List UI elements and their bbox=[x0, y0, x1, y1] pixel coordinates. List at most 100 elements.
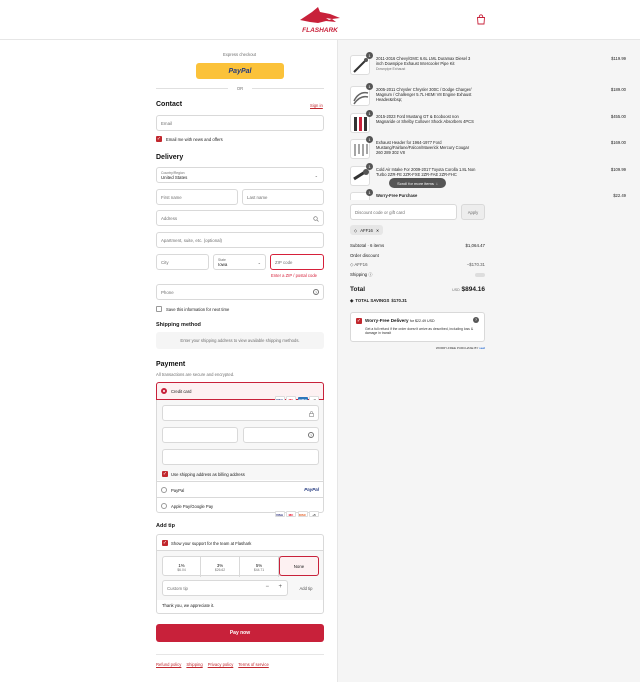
subtotal-label: Subtotal · 6 items bbox=[350, 243, 385, 248]
state-select[interactable]: State Iowa ⌄ bbox=[213, 254, 266, 270]
tip-support-checkbox[interactable]: ✓ bbox=[162, 540, 168, 546]
scroll-more-label: Scroll for more items bbox=[397, 180, 434, 186]
paypal-radio[interactable] bbox=[161, 487, 167, 493]
cart-item: 1 Worry-Free Purchase $22.49 bbox=[350, 189, 630, 200]
tip-option-1[interactable]: 1% $6.04 bbox=[163, 557, 201, 577]
tip-pct: None bbox=[293, 563, 305, 569]
site-header: FLASHARK bbox=[0, 0, 640, 40]
add-tip-button[interactable]: Add tip bbox=[293, 580, 319, 596]
tip-option-3[interactable]: 3% $26.62 bbox=[201, 557, 240, 577]
applepay-radio[interactable] bbox=[161, 503, 167, 509]
shipping-link[interactable]: Shipping bbox=[186, 662, 202, 667]
discount-code-text: AFF16 bbox=[354, 262, 368, 267]
paypal-option[interactable]: PayPal PayPal bbox=[157, 481, 323, 497]
terms-link[interactable]: Terms of service bbox=[238, 662, 268, 667]
chevron-down-icon: ⌄ bbox=[314, 173, 318, 178]
shipping-label: Shipping bbox=[350, 272, 368, 277]
zip-field[interactable]: ZIP code bbox=[270, 254, 324, 270]
name-on-card-field[interactable] bbox=[162, 449, 319, 465]
email-field[interactable]: Email bbox=[156, 115, 324, 131]
cart-item: 1 2005-2011 Chrysler Chrysler 300C / Dod… bbox=[350, 83, 630, 110]
payment-subtitle: All transactions are secure and encrypte… bbox=[156, 372, 235, 377]
city-field[interactable]: City bbox=[156, 254, 209, 270]
worry-free-checkbox[interactable]: ✓ bbox=[356, 318, 362, 324]
credit-card-label: Credit card bbox=[171, 389, 192, 394]
refund-policy-link[interactable]: Refund policy bbox=[156, 662, 181, 667]
address-placeholder: Address bbox=[161, 215, 178, 221]
savings-value: $170.31 bbox=[391, 298, 407, 303]
worry-free-price: for $22.49 USD bbox=[409, 319, 435, 323]
expiry-field[interactable] bbox=[162, 427, 238, 443]
subtotal-value: $1,064.47 bbox=[465, 243, 485, 248]
decrement-button[interactable]: − bbox=[265, 584, 269, 590]
scroll-more-pill[interactable]: Scroll for more items ↓ bbox=[389, 178, 446, 188]
worry-free-box: ✓ Worry-Free Delivery for $22.49 USD ? G… bbox=[350, 312, 485, 342]
subtotal-row: Subtotal · 6 items $1,064.47 bbox=[350, 243, 485, 248]
checkout-form: Express checkout PayPal OR Contact Sign … bbox=[0, 40, 337, 682]
help-icon[interactable]: ? bbox=[308, 432, 314, 438]
zip-placeholder: ZIP code bbox=[275, 259, 293, 265]
apartment-field[interactable]: Apartment, suite, etc. (optional) bbox=[156, 232, 324, 248]
close-icon[interactable]: ✕ bbox=[376, 228, 380, 233]
tip-support-label: Show your support for the team at Flasha… bbox=[171, 541, 252, 546]
paypal-express-label: PayPal bbox=[228, 67, 252, 75]
item-name: 2005-2011 Chrysler Chrysler 300C / Dodge… bbox=[376, 87, 472, 103]
worry-free-title: Worry-Free Delivery bbox=[365, 318, 409, 323]
privacy-policy-link[interactable]: Privacy policy bbox=[208, 662, 234, 667]
help-icon[interactable]: ? bbox=[313, 289, 319, 295]
help-icon[interactable]: ⓘ bbox=[368, 272, 372, 277]
country-select[interactable]: Country/Region United States ⌄ bbox=[156, 167, 324, 183]
mastercard-icon: MC bbox=[286, 511, 296, 517]
tip-option-5[interactable]: 5% $44.71 bbox=[240, 557, 279, 577]
apply-button[interactable]: Apply bbox=[461, 204, 485, 220]
pay-now-button[interactable]: Pay now bbox=[156, 624, 324, 642]
increment-button[interactable]: + bbox=[278, 584, 282, 590]
savings-label: TOTAL SAVINGS bbox=[355, 298, 390, 303]
order-summary: 1 2011-2016 Chevy/GMC 6.6L LML Duramax D… bbox=[337, 40, 640, 682]
credit-card-option[interactable]: Credit card VISAMCAMEX+3 bbox=[156, 382, 324, 403]
paypal-express-button[interactable]: PayPal bbox=[196, 63, 284, 79]
item-price: $109.99 bbox=[610, 167, 626, 172]
news-checkbox[interactable]: ✓ bbox=[156, 136, 162, 142]
discount-code-row: ◇ AFF16 −$170.31 bbox=[350, 262, 485, 268]
flashark-logo[interactable]: FLASHARK bbox=[296, 6, 344, 34]
discount-field[interactable]: Discount code or gift card bbox=[350, 204, 457, 220]
save-info-checkbox[interactable] bbox=[156, 306, 162, 312]
help-icon[interactable]: ? bbox=[473, 317, 479, 323]
card-number-field[interactable] bbox=[162, 405, 319, 421]
discount-placeholder: Discount code or gift card bbox=[355, 209, 405, 215]
tag-icon: ◈ bbox=[350, 298, 354, 303]
address-field[interactable]: Address bbox=[156, 210, 324, 226]
tip-option-none[interactable]: None bbox=[279, 556, 319, 576]
sign-in-link[interactable]: Sign in bbox=[310, 103, 323, 108]
shipping-pending bbox=[475, 273, 485, 277]
tip-options: 1% $6.04 3% $26.62 5% $44.71 None bbox=[162, 556, 319, 577]
tag-icon: ◇ bbox=[354, 227, 358, 233]
quantity-badge: 1 bbox=[366, 189, 373, 196]
item-name: 2011-2016 Chevy/GMC 6.6L LML Duramax Die… bbox=[376, 56, 476, 73]
arrow-down-icon: ↓ bbox=[435, 180, 438, 186]
billing-checkbox[interactable]: ✓ bbox=[162, 471, 168, 477]
powered-by: WORRY-FREE PURCHASE BY seel bbox=[350, 346, 485, 350]
shipping-method-placeholder: Enter your shipping address to view avai… bbox=[156, 332, 324, 349]
quantity-badge: 1 bbox=[366, 163, 373, 170]
phone-placeholder: Phone bbox=[161, 289, 174, 295]
applepay-option[interactable]: Apple Pay/Google Pay VISA MC DISC +5 bbox=[157, 497, 323, 517]
custom-tip-placeholder: Custom tip bbox=[167, 585, 188, 591]
last-name-field[interactable]: Last name bbox=[242, 189, 324, 205]
credit-card-radio[interactable] bbox=[161, 388, 167, 394]
order-discount-row: Order discount bbox=[350, 253, 485, 258]
item-title: 2011-2016 Chevy/GMC 6.6L LML Duramax Die… bbox=[376, 56, 471, 67]
payment-heading: Payment bbox=[156, 361, 186, 368]
item-name: Cold Air Intake For 2009-2017 Toyota Cor… bbox=[376, 167, 476, 178]
first-name-field[interactable]: First name bbox=[156, 189, 238, 205]
quantity-badge: 1 bbox=[366, 136, 373, 143]
security-code-field[interactable]: ? bbox=[243, 427, 319, 443]
news-label: Email me with news and offers bbox=[166, 137, 223, 142]
discount-tag-code: AFF16 bbox=[360, 227, 373, 233]
phone-field[interactable]: Phone ? bbox=[156, 284, 324, 300]
shopping-bag-icon[interactable] bbox=[476, 14, 486, 25]
discount-tag: ◇ AFF16 ✕ bbox=[350, 225, 384, 235]
custom-tip-field[interactable]: Custom tip − + bbox=[162, 580, 288, 596]
item-variant: Downpipe Exhaust bbox=[376, 67, 406, 72]
